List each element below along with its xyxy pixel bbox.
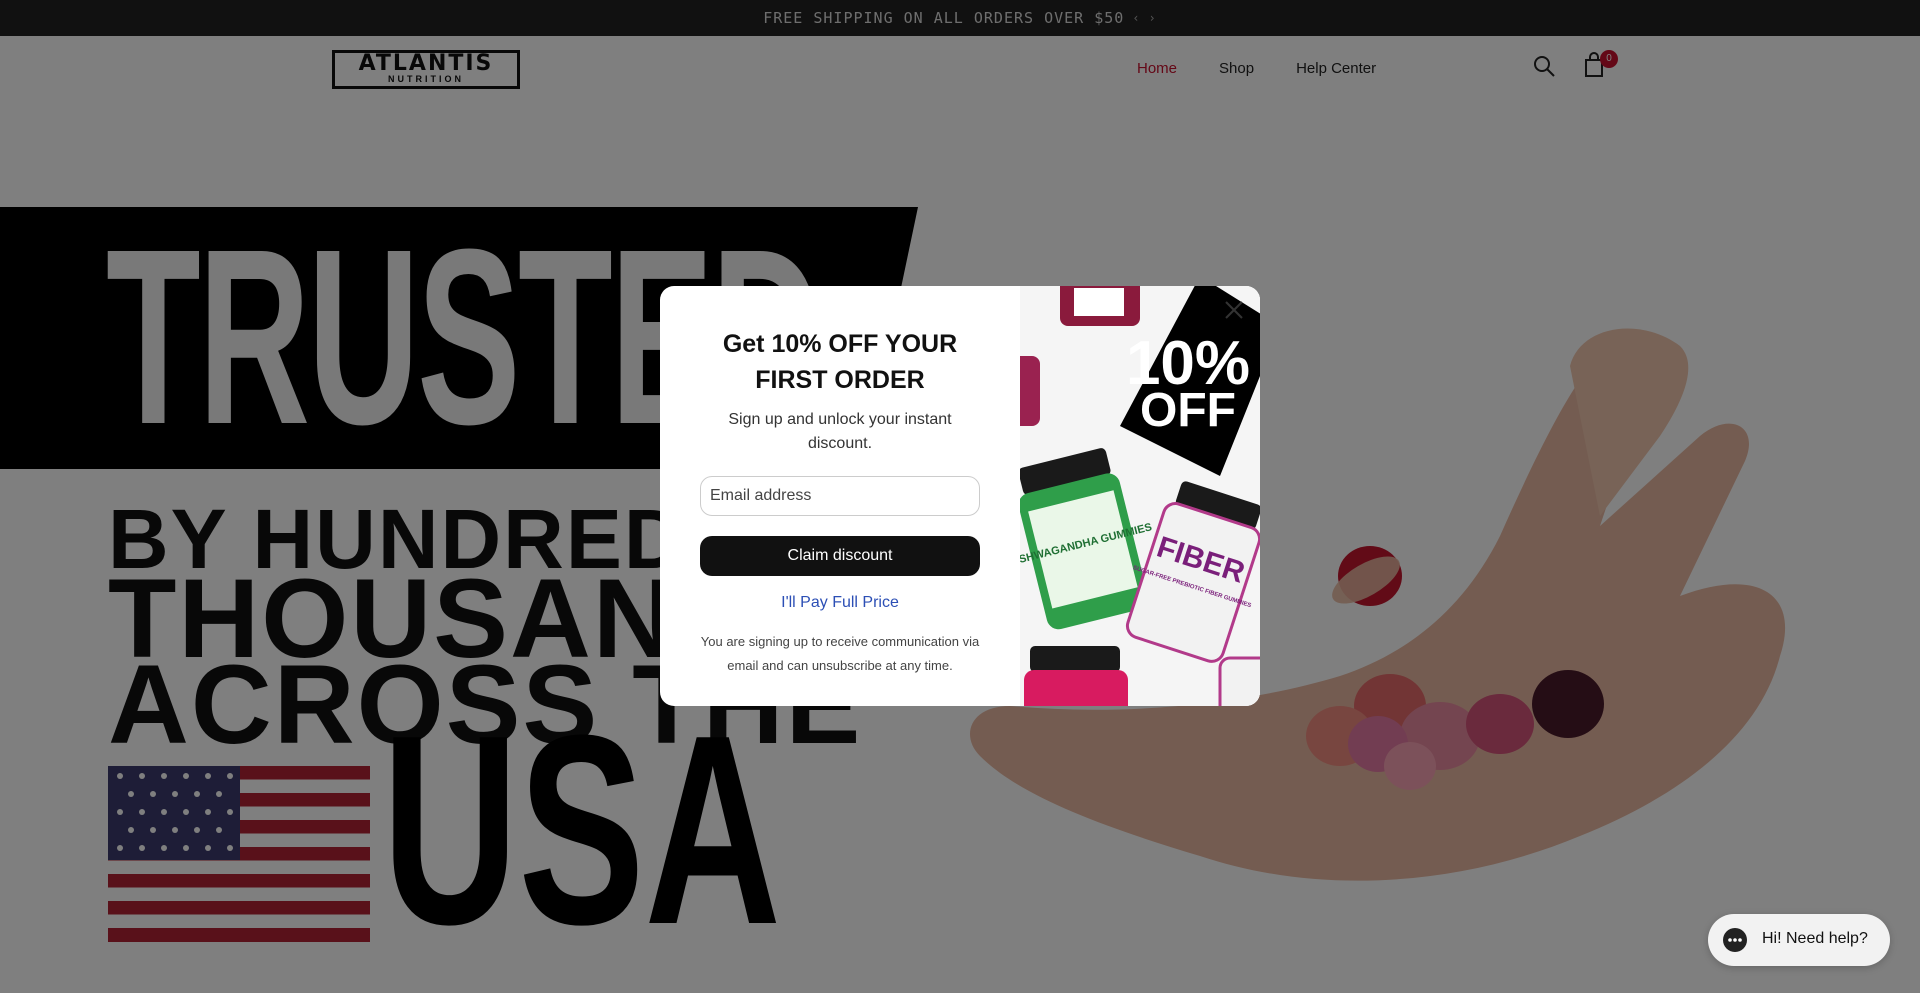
close-icon[interactable] [1222, 298, 1246, 322]
popup-subtitle: Sign up and unlock your instant discount… [728, 411, 952, 452]
decline-offer-link[interactable]: I'll Pay Full Price [660, 594, 1020, 612]
chat-widget-button[interactable]: Hi! Need help? [1708, 914, 1890, 966]
popup-disclaimer: You are signing up to receive communicat… [700, 634, 980, 673]
popup-form-panel: Get 10% OFF YOUR FIRST ORDER Sign up and… [660, 286, 1020, 706]
chat-bubble-icon [1723, 928, 1747, 952]
popup-title: Get 10% OFF YOUR FIRST ORDER [722, 330, 958, 394]
discount-popup: Get 10% OFF YOUR FIRST ORDER Sign up and… [660, 286, 1260, 706]
email-field[interactable] [700, 476, 980, 516]
claim-discount-button[interactable]: Claim discount [700, 536, 980, 576]
chat-label: Hi! Need help? [1762, 930, 1868, 947]
popup-promo-image: 10% OFF ASHWAGANDHA GUMMIES FIBER SUGAR-… [1020, 286, 1260, 706]
promo-badge-off: OFF [1140, 384, 1236, 437]
promo-product-collage: 10% OFF ASHWAGANDHA GUMMIES FIBER SUGAR-… [1020, 286, 1260, 706]
